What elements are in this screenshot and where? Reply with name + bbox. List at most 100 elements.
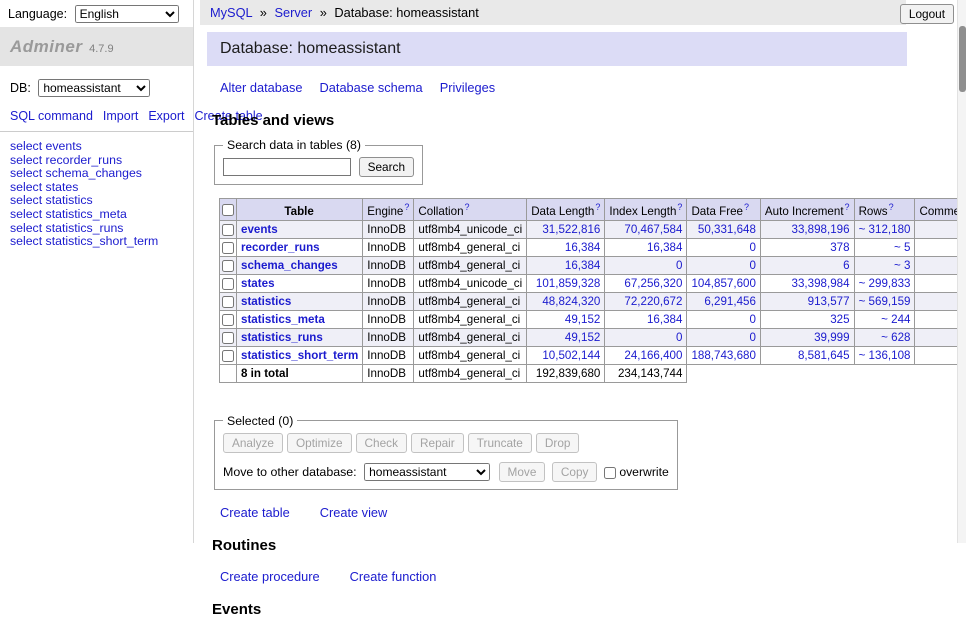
overwrite-checkbox[interactable]	[604, 467, 616, 479]
column-header[interactable]: Auto Increment?	[760, 199, 854, 221]
rows-count-link[interactable]: ~ 299,833	[859, 277, 911, 290]
rows-count-link[interactable]: ~ 5	[894, 241, 910, 254]
sidebar-action-link[interactable]: Import	[103, 109, 138, 123]
breadcrumb-mysql-link[interactable]: MySQL	[210, 5, 252, 20]
column-header[interactable]: Rows?	[854, 199, 915, 221]
table-name-link[interactable]: states	[241, 277, 275, 290]
data-length-link[interactable]: 31,522,816	[542, 223, 600, 236]
data-free-link[interactable]: 0	[749, 313, 755, 326]
select-link[interactable]: select	[10, 139, 42, 153]
data-free-link[interactable]: 104,857,600	[691, 277, 755, 290]
data-length-link[interactable]: 49,152	[565, 313, 600, 326]
auto-increment-link[interactable]: 39,999	[814, 331, 849, 344]
rows-count-link[interactable]: ~ 312,180	[859, 223, 911, 236]
sidebar-action-link[interactable]: Export	[148, 109, 184, 123]
bulk-action-button[interactable]: Check	[356, 433, 407, 453]
data-length-link[interactable]: 48,824,320	[542, 295, 600, 308]
move-button[interactable]: Move	[499, 462, 546, 482]
create-link[interactable]: Create view	[320, 505, 388, 520]
row-checkbox[interactable]	[222, 278, 234, 290]
database-action-link[interactable]: Alter database	[220, 80, 303, 95]
logout-button[interactable]: Logout	[900, 4, 954, 24]
rows-count-link[interactable]: ~ 569,159	[859, 295, 911, 308]
row-checkbox[interactable]	[222, 296, 234, 308]
select-link[interactable]: select	[10, 234, 42, 248]
language-select[interactable]: English	[75, 5, 179, 23]
db-select[interactable]: homeassistant	[38, 79, 150, 97]
data-length-link[interactable]: 16,384	[565, 241, 600, 254]
bulk-action-button[interactable]: Repair	[411, 433, 464, 453]
routine-link[interactable]: Create function	[350, 569, 437, 584]
column-header[interactable]: Engine?	[363, 199, 414, 221]
overwrite-label[interactable]: overwrite	[619, 465, 668, 479]
auto-increment-link[interactable]: 325	[830, 313, 849, 326]
search-input[interactable]	[223, 158, 351, 176]
table-name-link[interactable]: statistics_runs	[241, 331, 323, 344]
column-help-icon[interactable]: ?	[744, 202, 749, 212]
data-length-link[interactable]: 16,384	[565, 259, 600, 272]
row-checkbox[interactable]	[222, 350, 234, 362]
rows-count-link[interactable]: ~ 244	[881, 313, 910, 326]
select-link[interactable]: select	[10, 153, 42, 167]
rows-count-link[interactable]: ~ 136,108	[859, 349, 911, 362]
bulk-action-button[interactable]: Optimize	[287, 433, 352, 453]
row-checkbox[interactable]	[222, 224, 234, 236]
index-length-link[interactable]: 24,166,400	[624, 349, 682, 362]
row-checkbox[interactable]	[222, 242, 234, 254]
column-help-icon[interactable]: ?	[595, 202, 600, 212]
column-header[interactable]: Table	[237, 199, 363, 221]
column-help-icon[interactable]: ?	[889, 202, 894, 212]
column-help-icon[interactable]: ?	[404, 202, 409, 212]
index-length-link[interactable]: 67,256,320	[624, 277, 682, 290]
table-name-link[interactable]: schema_changes	[46, 166, 142, 180]
move-db-select[interactable]: homeassistant	[364, 463, 490, 481]
auto-increment-link[interactable]: 378	[830, 241, 849, 254]
data-free-link[interactable]: 6,291,456	[704, 295, 756, 308]
column-help-icon[interactable]: ?	[845, 202, 850, 212]
routine-link[interactable]: Create procedure	[220, 569, 320, 584]
database-action-link[interactable]: Privileges	[440, 80, 495, 95]
create-link[interactable]: Create table	[220, 505, 290, 520]
select-link[interactable]: select	[10, 180, 42, 194]
row-checkbox[interactable]	[222, 260, 234, 272]
index-length-link[interactable]: 0	[676, 259, 682, 272]
index-length-link[interactable]: 16,384	[647, 313, 682, 326]
data-free-link[interactable]: 0	[749, 331, 755, 344]
bulk-action-button[interactable]: Drop	[536, 433, 580, 453]
select-link[interactable]: select	[10, 193, 42, 207]
scrollbar-thumb[interactable]	[959, 26, 966, 92]
select-link[interactable]: select	[10, 221, 42, 235]
data-free-link[interactable]: 0	[749, 241, 755, 254]
select-link[interactable]: select	[10, 207, 42, 221]
table-name-link[interactable]: statistics_runs	[46, 221, 124, 235]
rows-count-link[interactable]: ~ 628	[881, 331, 910, 344]
auto-increment-link[interactable]: 8,581,645	[798, 349, 850, 362]
index-length-link[interactable]: 0	[676, 331, 682, 344]
table-name-link[interactable]: statistics_short_term	[46, 234, 159, 248]
search-button[interactable]: Search	[359, 157, 414, 177]
select-all-checkbox[interactable]	[222, 204, 234, 216]
table-name-link[interactable]: events	[46, 139, 82, 153]
table-name-link[interactable]: statistics_meta	[241, 313, 325, 326]
column-help-icon[interactable]: ?	[465, 202, 470, 212]
column-header[interactable]: Data Free?	[687, 199, 760, 221]
rows-count-link[interactable]: ~ 3	[894, 259, 910, 272]
bulk-action-button[interactable]: Truncate	[468, 433, 532, 453]
database-action-link[interactable]: Database schema	[320, 80, 423, 95]
data-free-link[interactable]: 50,331,648	[698, 223, 756, 236]
data-length-link[interactable]: 49,152	[565, 331, 600, 344]
data-length-link[interactable]: 101,859,328	[536, 277, 600, 290]
vertical-scrollbar[interactable]	[957, 0, 966, 543]
data-free-link[interactable]: 0	[749, 259, 755, 272]
column-header[interactable]: Collation?	[414, 199, 527, 221]
table-name-link[interactable]: recorder_runs	[46, 153, 123, 167]
row-checkbox[interactable]	[222, 314, 234, 326]
row-checkbox[interactable]	[222, 332, 234, 344]
auto-increment-link[interactable]: 913,577	[808, 295, 850, 308]
table-name-link[interactable]: statistics_short_term	[241, 349, 358, 362]
auto-increment-link[interactable]: 33,398,984	[792, 277, 850, 290]
app-name[interactable]: Adminer	[10, 37, 82, 56]
auto-increment-link[interactable]: 6	[843, 259, 849, 272]
table-name-link[interactable]: statistics	[46, 193, 93, 207]
table-name-link[interactable]: statistics	[241, 295, 291, 308]
